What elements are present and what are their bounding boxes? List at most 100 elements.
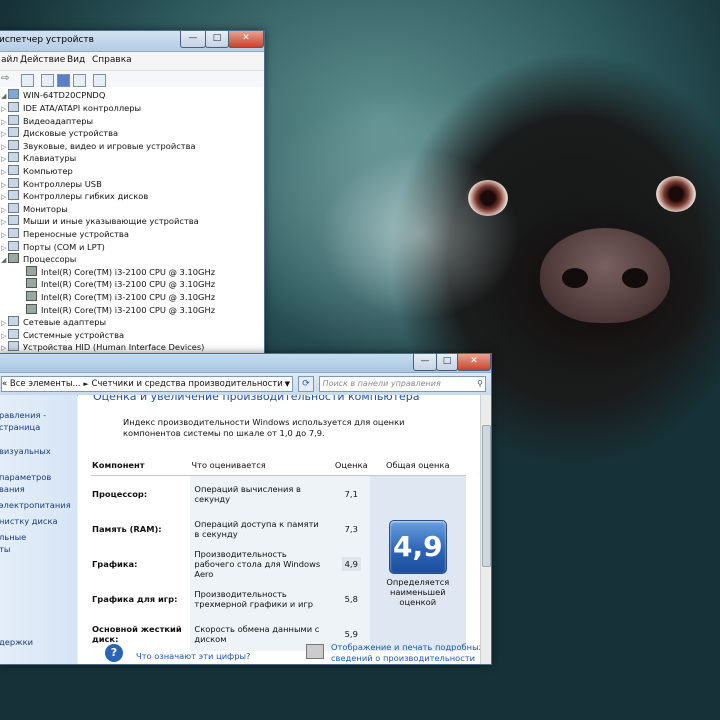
left-navigation-pane: равления - страница визуальных параметров ва… [0,395,77,664]
tree-node-label: Видеоадаптеры [23,115,94,126]
tree-node[interactable]: ▷ Переносные устройства [1,228,129,240]
forward-arrow-icon[interactable]: ⇨ [1,74,12,85]
what-rated: Производительность рабочего стола для Wi… [190,546,324,581]
cpu-icon [26,291,37,301]
tree-node[interactable]: ▷ Контроллеры гибких дисков [1,190,148,202]
cpu-icon [26,265,37,276]
minimize-button[interactable]: — [180,31,206,48]
component-name: Графика для игр: [92,593,178,604]
tree-node[interactable]: Intel(R) Core(TM) i3-2100 CPU @ 3.10GHz [19,278,215,290]
tree-node[interactable]: ◢ Процессоры [1,253,76,265]
left-pane-link[interactable]: равления - [0,410,46,420]
left-pane-link[interactable]: ты [0,544,10,554]
refresh-icon[interactable]: ⟳ [298,376,314,392]
tree-node[interactable]: ▷ Системные устройства [1,328,124,341]
left-pane-link[interactable]: нистку диска [0,516,58,526]
cpu-icon [26,278,37,289]
show-hidden-icon[interactable] [41,74,54,87]
tree-node[interactable]: ▷ IDE ATA/ATAPI контроллеры [1,102,141,114]
performance-titlebar[interactable]: — □ ✕ [0,354,491,373]
tree-node[interactable]: ▷ Компьютер [1,165,73,177]
left-pane-link[interactable]: страница [0,422,40,432]
what-do-numbers-mean-link[interactable]: Что означают эти цифры? [136,651,250,661]
usb-controller-icon [8,177,19,188]
tree-node[interactable]: ▷ Звуковые, видео и игровые устройства [1,139,196,152]
tree-node-label: IDE ATA/ATAPI контроллеры [23,103,142,113]
tree-node-label: Переносные устройства [23,229,129,239]
component-name: Память (RAM): [92,523,162,534]
tree-node-label: Устройства HID (Human Interface Devices) [23,342,205,353]
left-pane-link[interactable]: льные [0,532,26,542]
minimize-button[interactable]: — [413,354,437,371]
dog-nose [540,228,670,323]
tree-node[interactable]: Intel(R) Core(TM) i3-2100 CPU @ 3.10GHz [19,291,215,303]
properties-icon[interactable] [21,74,34,87]
help-icon[interactable] [57,74,70,87]
maximize-button[interactable]: □ [436,354,458,371]
vertical-scrollbar[interactable] [480,395,491,664]
tree-root[interactable]: ◢ WIN-64TD20CPNDQ [1,89,105,101]
tree-node-label: Контроллеры гибких дисков [23,191,149,202]
window-title: испетчер устройств [0,35,94,45]
close-button[interactable]: ✕ [457,354,491,371]
scan-hardware-icon[interactable] [93,74,106,87]
floppy-controller-icon [8,190,19,201]
tree-node-label: Процессоры [23,254,77,265]
subscore: 7,3 [344,523,358,534]
keyboard-icon [8,152,19,163]
what-rated: Операций вычисления в секунду [190,475,324,511]
chevron-down-icon[interactable]: ▼ [285,377,290,391]
page-title: Оценка и увеличение производительности к… [93,395,420,403]
menu-action[interactable]: Действие [20,55,65,65]
close-button[interactable]: ✕ [228,31,264,48]
header-component: Компонент [91,455,191,476]
port-icon [8,240,19,251]
scrollbar-thumb[interactable] [482,425,491,567]
network-adapter-icon [8,316,19,327]
left-pane-link[interactable]: вания [0,484,25,494]
print-details-link-2[interactable]: сведений о производительности [331,653,475,663]
device-manager-titlebar[interactable]: испетчер устройств — □ ✕ [0,31,264,52]
tree-node-label: Компьютер [23,166,73,176]
search-input[interactable]: Поиск в панели управления ⚲ [319,376,486,392]
tree-node-label: Дисковые устройства [23,128,119,139]
breadcrumb[interactable]: « Все элементы... ► Счетчики и средства … [1,376,293,392]
tree-node[interactable]: ▷ Мыши и иные указывающие устройства [1,215,199,227]
dog-right-eye [656,176,696,212]
search-icon: ⚲ [477,379,483,388]
update-driver-icon[interactable] [73,74,86,87]
menu-file[interactable]: айл [1,55,18,65]
performance-window: — □ ✕ « Все элементы... ► Счетчики и сре… [0,353,492,665]
left-pane-link[interactable]: электропитания [0,500,71,510]
maximize-button[interactable]: □ [205,31,229,48]
cpu-icon [26,303,37,314]
overall-score-note: Определяется наименьшей оценкой [386,577,450,607]
left-pane-link[interactable]: визуальных [0,446,51,456]
tree-node-label: Intel(R) Core(TM) i3-2100 CPU @ 3.10GHz [41,292,216,302]
display-adapter-icon [8,114,19,125]
what-rated: Операций доступа к памяти в секунду [190,511,324,546]
left-pane-link[interactable]: параметров [0,472,51,482]
menu-help[interactable]: Справка [92,55,132,65]
tree-node[interactable]: ▷ Устройства HID (Human Interface Devices… [1,341,204,353]
breadcrumb-all-items[interactable]: Все элементы... [10,379,81,389]
tree-node[interactable]: ▷ Клавиатуры [1,152,76,164]
menu-view[interactable]: Вид [67,55,85,65]
tree-node[interactable]: Intel(R) Core(TM) i3-2100 CPU @ 3.10GHz [19,303,215,316]
subscore: 5,8 [344,593,358,604]
system-device-icon [8,328,19,339]
print-details-link-1[interactable]: Отображение и печать подробных [331,642,481,652]
header-score: Оценка [323,455,370,476]
what-rated: Производительность трехмерной графики и … [190,581,324,616]
tree-node[interactable]: ▷ Мониторы [1,202,68,215]
tree-node[interactable]: ▷ Сетевые адаптеры [1,316,106,328]
tree-node[interactable]: Intel(R) Core(TM) i3-2100 CPU @ 3.10GHz [19,265,215,278]
overall-score-cell: 4,9 Определяется наименьшей оценкой [369,475,466,651]
left-pane-link[interactable]: держки [0,637,33,647]
tree-node[interactable]: ▷ Видеоадаптеры [1,114,94,127]
scores-table: Компонент Что оценивается Оценка Общая о… [91,455,466,651]
breadcrumb-performance[interactable]: Счетчики и средства производительности [91,379,282,389]
tree-node[interactable]: ▷ Контроллеры USB [1,177,102,190]
tree-node[interactable]: ▷ Дисковые устройства [1,127,118,139]
tree-node[interactable]: ▷ Порты (COM и LPT) [1,240,105,253]
